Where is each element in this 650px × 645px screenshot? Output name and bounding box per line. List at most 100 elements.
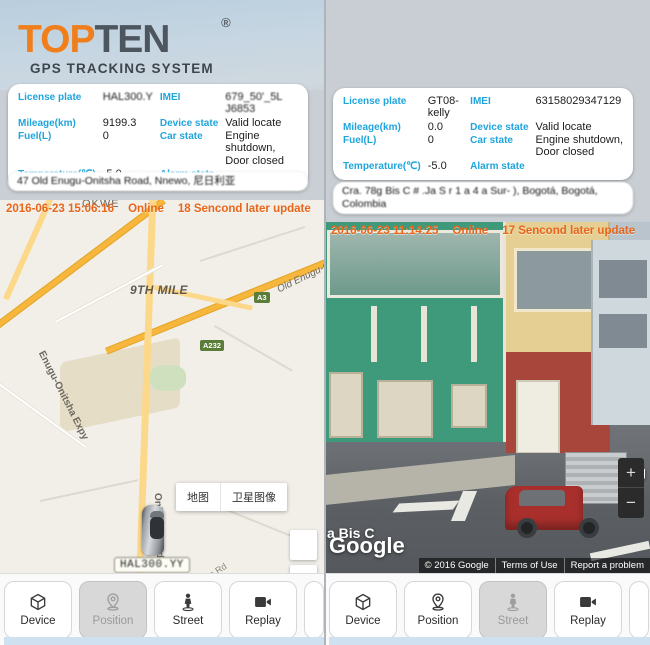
- nav-button-street[interactable]: Street: [154, 580, 222, 639]
- map-shield-a232: A232: [200, 340, 224, 351]
- label-temperature: Temperature(℃): [343, 160, 421, 172]
- right-status-bar: 2016-06-23 11:14:25 Online 17 Sencond la…: [325, 222, 650, 239]
- building-blue: [591, 240, 650, 425]
- value-car-state: Engine shutdown, Door closed: [535, 133, 623, 159]
- right-status-refresh: 17 Sencond later update: [502, 224, 636, 237]
- truck-window: [519, 490, 565, 506]
- nav-button-replay[interactable]: Replay: [229, 580, 297, 639]
- logo-tagline: GPS TRACKING SYSTEM: [30, 61, 214, 76]
- nav-label-replay: Replay: [570, 615, 606, 627]
- left-status-refresh: 18 Sencond later update: [177, 202, 311, 215]
- right-address-bar: Cra. 78g Bis C # .Ja S r 1 a 4 a Sur- ),…: [333, 182, 633, 214]
- app-logo: TOPTEN ® GPS TRACKING SYSTEM: [18, 16, 231, 76]
- nav-button-position[interactable]: Position: [404, 580, 472, 639]
- parked-truck: [505, 452, 627, 538]
- streetview-canvas[interactable]: Cra. 78g a Bis C Google + − © 2016 Googl…: [325, 222, 650, 573]
- nav-label-street: Street: [172, 615, 204, 627]
- map-zoom-in-button[interactable]: [290, 530, 317, 560]
- vehicle-plate-label: HAL300.YY: [114, 557, 190, 573]
- left-bottom-nav: Device Position Street Replay: [0, 573, 325, 645]
- nav-label-replay: Replay: [245, 615, 281, 627]
- nav-button-position[interactable]: Position: [79, 580, 147, 639]
- pin-icon: [107, 593, 119, 611]
- value-imei: 63158029347129: [535, 95, 622, 107]
- value-device-state: Valid locate: [535, 120, 592, 133]
- label-mileage: Mileage(km): [343, 121, 401, 133]
- value-license-plate: HAL300.Y: [102, 91, 153, 103]
- right-streetview-panel: Cra. 78g a Bis C Google + − © 2016 Googl…: [325, 0, 650, 645]
- label-car-state: Car state: [159, 130, 203, 142]
- label-car-state: Car state: [470, 134, 513, 146]
- vehicle-icon: [142, 505, 164, 555]
- google-watermark: Google: [329, 533, 405, 558]
- nav-bottom-strip: [4, 637, 325, 645]
- map-type-map-button[interactable]: 地图: [176, 483, 220, 511]
- map-type-toggle[interactable]: 地图 卫星图像: [176, 483, 287, 511]
- label-fuel: Fuel(L): [18, 130, 52, 142]
- value-temperature: -5.0: [427, 159, 447, 172]
- map-shield-a3: A3: [254, 292, 270, 303]
- left-info-grid: License plate HAL300.Y IMEI 679_50'_5L J…: [18, 91, 298, 180]
- label-fuel: Fuel(L): [343, 134, 377, 146]
- left-map-panel: 9TH MILE A3 A232 Old Enugu-O Enugu-Onits…: [0, 72, 325, 645]
- streetview-zoom-in-button[interactable]: +: [618, 458, 644, 488]
- left-address-bar: 47 Old Enugu-Onitsha Road, Nnewo, 尼日利亚: [8, 172, 308, 191]
- right-bottom-nav: Device Position Street Replay: [325, 573, 650, 645]
- nav-label-street: Street: [497, 615, 529, 627]
- registered-trademark-icon: ®: [221, 15, 231, 30]
- truck-wheel-rear: [579, 518, 599, 538]
- map-road-thin-3: [40, 479, 139, 502]
- map-type-satellite-button[interactable]: 卫星图像: [220, 483, 287, 511]
- building-door-2: [377, 380, 433, 438]
- label-imei: IMEI: [159, 92, 181, 103]
- logo-wordmark: TOPTEN ®: [18, 16, 231, 61]
- logo-top-text: TOP: [18, 18, 95, 61]
- right-status-timestamp: 2016-06-23 11:14:25: [331, 224, 439, 237]
- value-car-state: Engine shutdown, Door closed: [225, 129, 284, 167]
- nav-label-position: Position: [417, 615, 459, 627]
- value-imei: 679_50'_5L J6853: [225, 91, 283, 116]
- streetview-attribution-bar: © 2016 Google Terms of Use Report a prob…: [418, 558, 650, 573]
- pegman-icon: [182, 593, 194, 612]
- left-status-timestamp: 2016-06-23 15:06:16: [6, 202, 115, 215]
- left-status-connection: Online: [128, 202, 164, 215]
- streetview-report-link[interactable]: Report a problem: [563, 558, 650, 573]
- nav-label-device: Device: [20, 615, 56, 627]
- pin-icon: [432, 593, 444, 611]
- label-device-state: Device state: [159, 117, 219, 129]
- right-info-grid: License plate GT08-kelly IMEI 6315802934…: [343, 95, 623, 172]
- value-fuel: 0: [102, 129, 109, 142]
- building-door-1: [329, 372, 363, 438]
- nav-button-street[interactable]: Street: [479, 580, 547, 639]
- logo-ten-text: TEN: [94, 18, 170, 61]
- nav-button-replay[interactable]: Replay: [554, 580, 622, 639]
- right-vehicle-info-card: License plate GT08-kelly IMEI 6315802934…: [333, 88, 633, 180]
- right-status-connection: Online: [452, 224, 489, 237]
- map-road-thin-1: [200, 226, 306, 262]
- streetview-copyright: © 2016 Google: [424, 560, 489, 571]
- vehicle-marker[interactable]: HAL300.YY: [114, 505, 190, 573]
- truck-wheel-front: [517, 518, 537, 538]
- nav-label-device: Device: [345, 615, 381, 627]
- video-icon: [580, 597, 596, 607]
- building-green: [325, 222, 506, 442]
- nav-label-position: Position: [92, 615, 134, 627]
- label-license-plate: License plate: [18, 92, 82, 103]
- value-fuel: 0: [427, 133, 434, 146]
- streetview-zoom-out-button[interactable]: −: [618, 488, 644, 518]
- cube-icon: [30, 593, 46, 611]
- label-device-state: Device state: [470, 121, 529, 133]
- streetview-zoom-controls[interactable]: + −: [618, 458, 644, 518]
- nav-button-device[interactable]: Device: [329, 580, 397, 639]
- streetview-terms-link[interactable]: Terms of Use: [494, 558, 564, 573]
- video-icon: [255, 597, 271, 607]
- map-label-9th-mile: 9TH MILE: [130, 283, 188, 297]
- left-status-bar: 2016-06-23 15:06:16 Online 18 Sencond la…: [0, 200, 325, 217]
- nav-button-overflow[interactable]: [304, 580, 324, 639]
- building-window-1: [451, 384, 487, 428]
- nav-button-overflow[interactable]: [629, 580, 649, 639]
- value-license-plate: GT08-kelly: [427, 95, 459, 120]
- map-road-thin-2: [214, 325, 293, 372]
- nav-button-device[interactable]: Device: [4, 580, 72, 639]
- label-mileage: Mileage(km): [18, 117, 76, 129]
